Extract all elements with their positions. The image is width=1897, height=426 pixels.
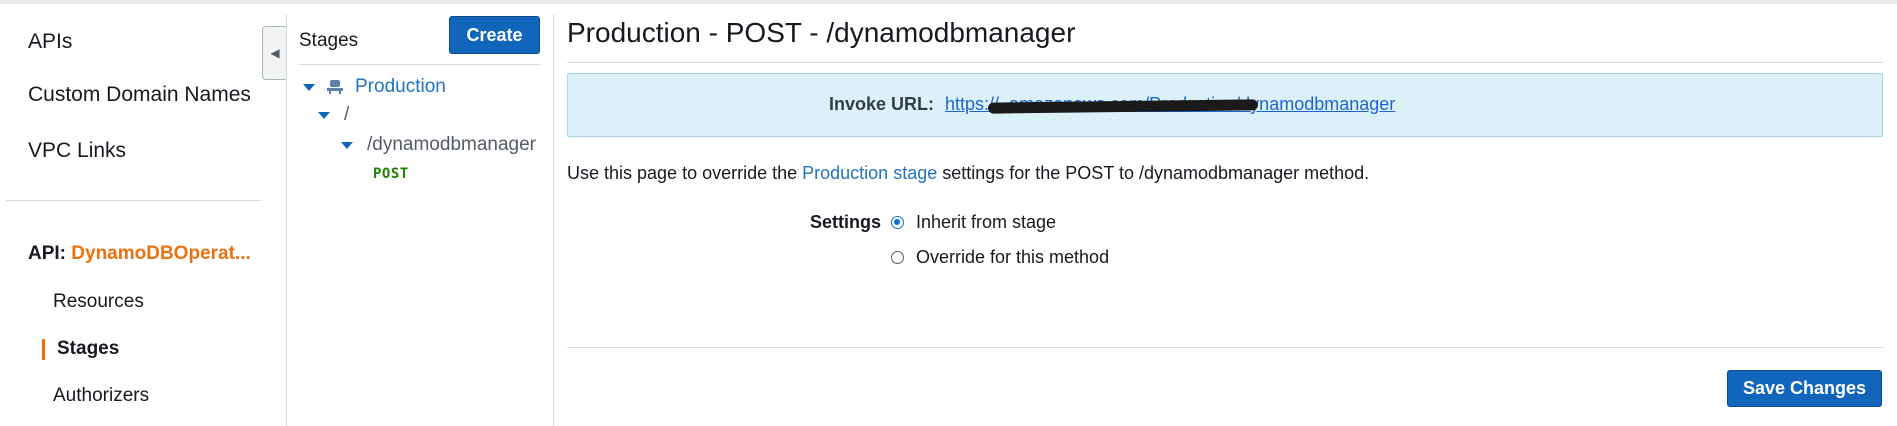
tree-node-root[interactable]: / bbox=[318, 104, 349, 126]
tree-root-label[interactable]: / bbox=[344, 104, 349, 126]
nav-item-authorizers[interactable]: Authorizers bbox=[53, 385, 149, 407]
caret-down-icon[interactable] bbox=[341, 141, 353, 149]
collapse-nav-button[interactable]: ◀ bbox=[262, 26, 287, 80]
create-stage-button[interactable]: Create bbox=[449, 16, 540, 54]
production-stage-link[interactable]: Production stage bbox=[802, 163, 937, 183]
desc-text-pre: Use this page to override the bbox=[567, 163, 803, 183]
tree-stage-label[interactable]: Production bbox=[355, 76, 446, 98]
api-label-prefix: API: bbox=[28, 243, 66, 264]
tree-node-resource[interactable]: /dynamodbmanager bbox=[341, 134, 536, 156]
save-changes-button[interactable]: Save Changes bbox=[1727, 370, 1882, 407]
caret-down-icon[interactable] bbox=[303, 83, 315, 91]
inherit-from-stage-option[interactable]: Inherit from stage bbox=[891, 212, 1056, 233]
nav-item-resources[interactable]: Resources bbox=[53, 291, 144, 313]
radio-override[interactable] bbox=[891, 251, 904, 264]
stages-separator bbox=[299, 64, 540, 65]
radio-inherit[interactable] bbox=[891, 216, 904, 229]
tree-method-post[interactable]: POST bbox=[373, 166, 409, 182]
stage-icon bbox=[327, 80, 343, 94]
override-description: Use this page to override the Production… bbox=[567, 163, 1369, 184]
caret-down-icon[interactable] bbox=[318, 111, 330, 119]
nav-item-custom-domain-names[interactable]: Custom Domain Names bbox=[28, 83, 251, 107]
nav-item-vpc-links[interactable]: VPC Links bbox=[28, 139, 126, 163]
stages-panel-title: Stages bbox=[299, 30, 359, 51]
page-title: Production - POST - /dynamodbmanager bbox=[567, 17, 1076, 48]
radio-override-label[interactable]: Override for this method bbox=[916, 247, 1109, 268]
title-divider bbox=[567, 62, 1883, 63]
api-label: API: DynamoDBOperat... bbox=[28, 243, 251, 265]
chevron-left-icon: ◀ bbox=[270, 46, 280, 60]
tree-resource-label[interactable]: /dynamodbmanager bbox=[367, 134, 536, 156]
left-navigation: APIs Custom Domain Names VPC Links API: … bbox=[0, 4, 286, 426]
invoke-url-banner: Invoke URL: https:// .amazonaws.com/Prod… bbox=[567, 73, 1883, 137]
settings-label: Settings bbox=[810, 212, 882, 232]
api-name-link[interactable]: DynamoDBOperat... bbox=[71, 243, 250, 264]
override-method-option[interactable]: Override for this method bbox=[891, 247, 1109, 268]
desc-text-post: settings for the POST to /dynamodbmanage… bbox=[937, 163, 1370, 183]
nav-divider bbox=[6, 200, 261, 201]
stages-divider-vertical bbox=[553, 14, 554, 426]
nav-item-stages[interactable]: Stages bbox=[57, 338, 119, 360]
bottom-divider bbox=[567, 347, 1883, 348]
nav-item-apis[interactable]: APIs bbox=[28, 30, 72, 54]
invoke-url-label: Invoke URL: bbox=[829, 94, 935, 114]
tree-node-stage[interactable]: Production bbox=[303, 76, 446, 98]
radio-inherit-label[interactable]: Inherit from stage bbox=[916, 212, 1056, 233]
nav-divider-vertical bbox=[286, 14, 287, 426]
active-indicator bbox=[42, 339, 45, 360]
